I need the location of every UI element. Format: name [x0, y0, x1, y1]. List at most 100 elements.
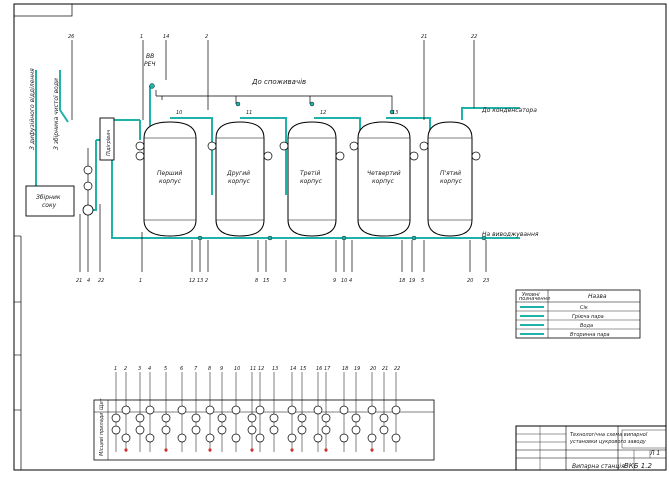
- instrument-icon: [297, 413, 307, 423]
- svg-text:26: 26: [68, 34, 74, 40]
- instrument-icon: [145, 405, 155, 415]
- svg-text:13: 13: [197, 278, 203, 284]
- svg-text:4: 4: [87, 278, 90, 284]
- panel-tag: 9: [220, 366, 223, 372]
- panel-tag: 19: [354, 366, 360, 372]
- instrument-icon: [367, 405, 377, 415]
- panel-tag: 15: [300, 366, 306, 372]
- instrument-icon: [339, 405, 349, 415]
- instrument-icon: [391, 405, 401, 415]
- panel-tag: 13: [272, 366, 278, 372]
- panel-tag: 17: [324, 366, 331, 372]
- instrument-icon: [177, 405, 187, 415]
- instrument-icon: [161, 425, 171, 435]
- svg-text:3: 3: [283, 278, 286, 284]
- svg-text:соку: соку: [42, 202, 57, 209]
- instrument-icon: [121, 433, 131, 443]
- svg-text:1: 1: [139, 278, 142, 284]
- panel-tag: 22: [394, 366, 400, 372]
- svg-text:22: 22: [98, 278, 104, 284]
- svg-text:корпус: корпус: [228, 178, 251, 185]
- instrument-icon: [205, 433, 215, 443]
- svg-text:корпус: корпус: [300, 178, 323, 185]
- svg-text:23: 23: [483, 278, 489, 284]
- vessel-5-label: П'ятий: [440, 170, 461, 177]
- svg-text:12: 12: [320, 110, 326, 116]
- instrument-icon: [161, 413, 171, 423]
- receiver-tank-label: Збірник: [36, 194, 61, 201]
- vessel-2-label: Другий: [226, 170, 250, 177]
- instrument-icon: [339, 433, 349, 443]
- svg-text:20: 20: [467, 278, 473, 284]
- instrument-icon: [191, 413, 201, 423]
- svg-text:11: 11: [246, 110, 252, 116]
- legend-row-2: Гріюча пара: [572, 314, 604, 320]
- alarm-marker: [324, 448, 328, 452]
- instrument-icon: [111, 425, 121, 435]
- alarm-marker: [370, 448, 374, 452]
- legend-row-3: Вода: [580, 323, 593, 329]
- instrument-icon: [379, 413, 389, 423]
- svg-text:Щит: Щит: [99, 397, 105, 410]
- vessel-3-label: Третій: [300, 170, 320, 177]
- to-drainage-label: На виводжування: [482, 231, 539, 238]
- svg-text:2: 2: [205, 34, 208, 40]
- svg-text:2: 2: [205, 278, 208, 284]
- svg-text:установки цукрового заводу: установки цукрового заводу: [569, 439, 647, 445]
- panel-tag: 6: [180, 366, 183, 372]
- valve-icon: [149, 83, 155, 89]
- instrument-icon: [297, 425, 307, 435]
- svg-text:4: 4: [349, 278, 352, 284]
- svg-text:корпус: корпус: [440, 178, 463, 185]
- svg-text:10: 10: [176, 110, 182, 116]
- alarm-marker: [250, 448, 254, 452]
- inlet-label-2: З збірника чистої води: [53, 78, 60, 150]
- title-label: Випарна станція: [572, 463, 625, 470]
- drawing-sheet: 26 1 14 2 21 22 21 4 22 1 12 13 2 8 15 3 9 10 4 18 19 5…: [13, 3, 667, 471]
- alarm-marker: [290, 448, 294, 452]
- svg-text:21: 21: [76, 278, 82, 284]
- instrument-icon: [313, 405, 323, 415]
- title-code: ВКБ 1.2: [624, 462, 652, 470]
- svg-text:18: 18: [399, 278, 405, 284]
- instrument-icon: [121, 405, 131, 415]
- instrument-icon: [205, 405, 215, 415]
- instrument-icon: [391, 433, 401, 443]
- panel-tag: 14: [290, 366, 296, 372]
- legend: Умовні позначення Назва Сік Гріюча пара …: [515, 289, 641, 339]
- svg-text:22: 22: [471, 34, 477, 40]
- panel-tag: 7: [194, 366, 198, 372]
- panel-tag: 1: [114, 366, 117, 372]
- svg-text:Назва: Назва: [588, 293, 607, 300]
- legend-row-1: Сік: [580, 305, 588, 311]
- instrument-icon: [135, 413, 145, 423]
- svg-text:1: 1: [140, 34, 143, 40]
- panel-tag: 2: [124, 366, 127, 372]
- alarm-marker: [164, 448, 168, 452]
- panel-tag: 18: [342, 366, 348, 372]
- legend-row-4: Вторинна пара: [570, 332, 610, 338]
- svg-text:Місцеві прилади: Місцеві прилади: [99, 412, 105, 456]
- instrument-icon: [111, 413, 121, 423]
- svg-text:12: 12: [189, 278, 195, 284]
- instrument-icon: [217, 413, 227, 423]
- svg-text:РЕЧ: РЕЧ: [144, 61, 156, 68]
- instrument-icon: [287, 433, 297, 443]
- instrument-icon: [231, 433, 241, 443]
- svg-text:позначення: позначення: [519, 296, 550, 302]
- panel-instruments: 1 2 3 4 5 6 7 8 9 10 11 12 13 14 15 16 17 18 19 20 21 22: [111, 366, 401, 452]
- svg-text:Технологічна схема випарної: Технологічна схема випарної: [570, 432, 648, 438]
- instrument-icon: [135, 425, 145, 435]
- instrument-icon: [313, 433, 323, 443]
- vessel-1-label: Перший: [157, 170, 182, 177]
- heater-label: Підігрівач: [106, 130, 112, 156]
- panel-tag: 4: [148, 366, 151, 372]
- svg-text:Л 1: Л 1: [649, 450, 660, 457]
- instrument-icon: [269, 413, 279, 423]
- panel-tag: 16: [316, 366, 322, 372]
- instrument-icon: [255, 405, 265, 415]
- alarm-marker: [124, 448, 128, 452]
- svg-text:корпус: корпус: [372, 178, 395, 185]
- instrument-icon: [191, 425, 201, 435]
- svg-text:19: 19: [409, 278, 415, 284]
